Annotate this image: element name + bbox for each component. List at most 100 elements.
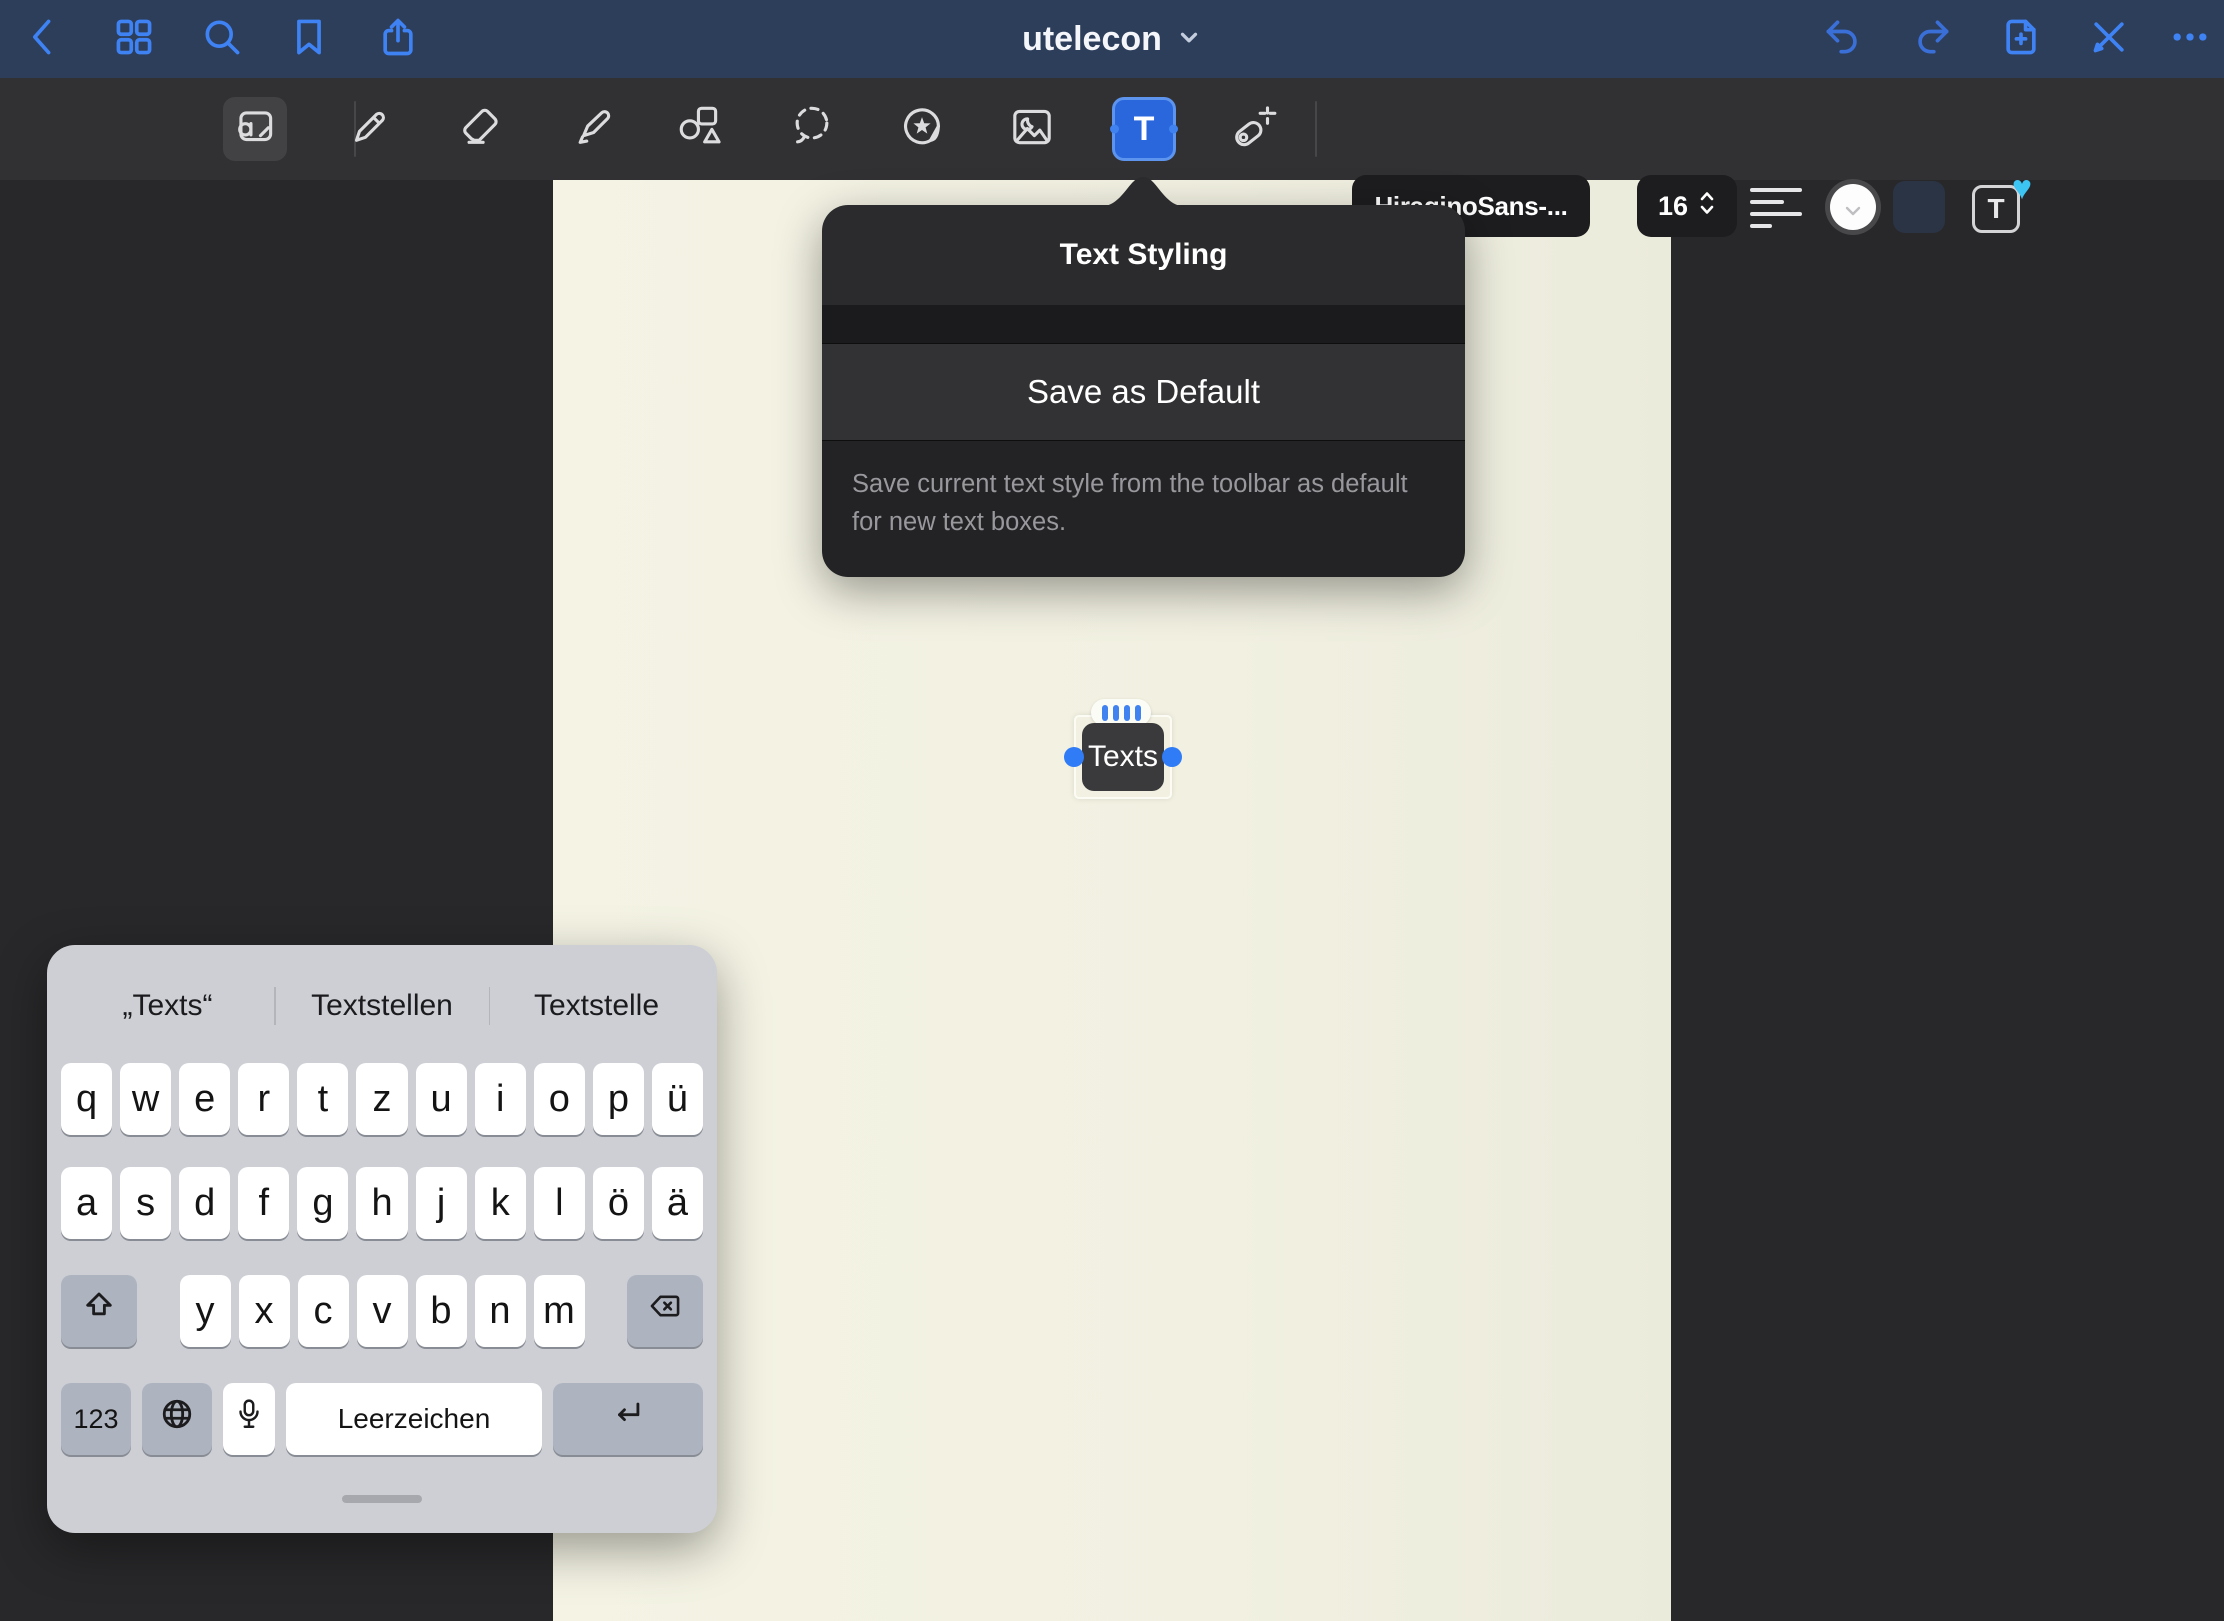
key-c[interactable]: c [298, 1275, 349, 1347]
writing-aid-tool[interactable] [223, 97, 287, 161]
key-e[interactable]: e [179, 1063, 230, 1135]
suggestion-1[interactable]: Textstellen [276, 989, 489, 1023]
text-tool-left-dot [1110, 125, 1119, 134]
return-key[interactable] [553, 1383, 703, 1455]
chevron-down-icon [1176, 24, 1202, 55]
document-plus-icon [1999, 15, 2043, 64]
shift-icon [82, 1289, 116, 1333]
text-styling-popover: Text Styling Save as Default Save curren… [822, 205, 1465, 577]
key-a[interactable]: a [61, 1167, 112, 1239]
key-g[interactable]: g [297, 1167, 348, 1239]
eraser-tool[interactable] [448, 97, 512, 161]
pen-icon [344, 102, 394, 157]
text-box-content[interactable]: Texts [1082, 723, 1164, 791]
key-b[interactable]: b [416, 1275, 467, 1347]
key-p[interactable]: p [593, 1063, 644, 1135]
globe-key[interactable] [142, 1383, 212, 1455]
drag-bar-icon [1102, 705, 1108, 721]
toolbar-divider-2 [1315, 101, 1317, 157]
key-ö[interactable]: ö [593, 1167, 644, 1239]
laser-pointer-icon [1230, 102, 1280, 157]
key-q[interactable]: q [61, 1063, 112, 1135]
key-s[interactable]: s [120, 1167, 171, 1239]
app-window: utelecon [0, 0, 2224, 1621]
key-n[interactable]: n [475, 1275, 526, 1347]
key-w[interactable]: w [120, 1063, 171, 1135]
key-t[interactable]: t [297, 1063, 348, 1135]
suggestion-bar: „Texts“TextstellenTextstelle [61, 963, 703, 1049]
shift-key[interactable] [61, 1275, 137, 1347]
keyboard-drag-handle[interactable] [342, 1495, 422, 1503]
keyboard-row-3-letters: yxcvbnm [180, 1275, 585, 1347]
redo-button[interactable] [1900, 7, 1964, 71]
keyboard-row-4: 123 Leerzeichen [61, 1383, 703, 1455]
image-icon [1007, 102, 1057, 157]
stepper-chevrons-icon [1698, 188, 1716, 225]
save-as-default-button[interactable]: Save as Default [822, 343, 1465, 441]
suggestion-2[interactable]: Textstelle [490, 989, 703, 1023]
resize-handle-left[interactable] [1064, 747, 1084, 767]
writing-panel-icon [230, 102, 280, 157]
key-m[interactable]: m [534, 1275, 585, 1347]
shapes-icon [675, 102, 725, 157]
space-key[interactable]: Leerzeichen [286, 1383, 542, 1455]
lasso-tool[interactable] [780, 97, 844, 161]
highlighter-tool[interactable] [561, 97, 625, 161]
keyboard-row-2: asdfghjklöä [61, 1167, 703, 1239]
key-o[interactable]: o [534, 1063, 585, 1135]
key-v[interactable]: v [357, 1275, 408, 1347]
backspace-key[interactable] [627, 1275, 703, 1347]
text-drag-handle[interactable] [1091, 699, 1151, 726]
ellipsis-icon [2168, 15, 2212, 64]
key-h[interactable]: h [356, 1167, 407, 1239]
undo-button[interactable] [1811, 7, 1875, 71]
pen-cross-icon [2087, 15, 2131, 64]
text-tool-label: T [1134, 110, 1155, 149]
font-size-stepper[interactable]: 16 [1637, 175, 1737, 237]
suggestion-0[interactable]: „Texts“ [61, 989, 274, 1023]
elements-tool[interactable] [890, 97, 954, 161]
document-title-button[interactable]: utelecon [0, 0, 2224, 78]
text-tool-active[interactable]: T [1112, 97, 1176, 161]
editing-toolbar: T HiraginoSans-... 16 T [0, 78, 2224, 180]
key-ü[interactable]: ü [652, 1063, 703, 1135]
more-options-button[interactable] [2158, 7, 2222, 71]
key-d[interactable]: d [179, 1167, 230, 1239]
keyboard-row-1: qwertzuiopü [61, 1063, 703, 1135]
key-ä[interactable]: ä [652, 1167, 703, 1239]
floating-keyboard: „Texts“TextstellenTextstelle qwertzuiopü… [47, 945, 717, 1533]
redo-icon [1910, 15, 1954, 64]
dictation-key[interactable] [223, 1383, 275, 1455]
key-z[interactable]: z [356, 1063, 407, 1135]
return-icon [611, 1397, 645, 1441]
add-page-button[interactable] [1989, 7, 2053, 71]
readonly-mode-button[interactable] [2077, 7, 2141, 71]
font-size-value: 16 [1658, 191, 1688, 222]
laser-pointer-tool[interactable] [1223, 97, 1287, 161]
selected-text-object[interactable]: Texts [1074, 715, 1172, 799]
key-k[interactable]: k [475, 1167, 526, 1239]
eraser-icon [455, 102, 505, 157]
text-color-swatch[interactable] [1825, 179, 1881, 235]
key-j[interactable]: j [416, 1167, 467, 1239]
image-tool[interactable] [1000, 97, 1064, 161]
key-i[interactable]: i [475, 1063, 526, 1135]
key-y[interactable]: y [180, 1275, 231, 1347]
key-f[interactable]: f [238, 1167, 289, 1239]
key-l[interactable]: l [534, 1167, 585, 1239]
text-align-button[interactable] [1750, 186, 1804, 230]
key-x[interactable]: x [239, 1275, 290, 1347]
resize-handle-right[interactable] [1162, 747, 1182, 767]
numbers-key[interactable]: 123 [61, 1383, 131, 1455]
popover-description: Save current text style from the toolbar… [822, 441, 1465, 577]
key-u[interactable]: u [416, 1063, 467, 1135]
drag-bar-icon [1113, 705, 1119, 721]
text-style-favorite-button[interactable]: T ♥ [1968, 177, 2030, 239]
pen-tool[interactable] [337, 97, 401, 161]
page-title: utelecon [1022, 20, 1162, 59]
color-swatch-white [1830, 184, 1876, 230]
secondary-swatch[interactable] [1893, 181, 1945, 233]
key-r[interactable]: r [238, 1063, 289, 1135]
undo-icon [1821, 15, 1865, 64]
shapes-tool[interactable] [668, 97, 732, 161]
